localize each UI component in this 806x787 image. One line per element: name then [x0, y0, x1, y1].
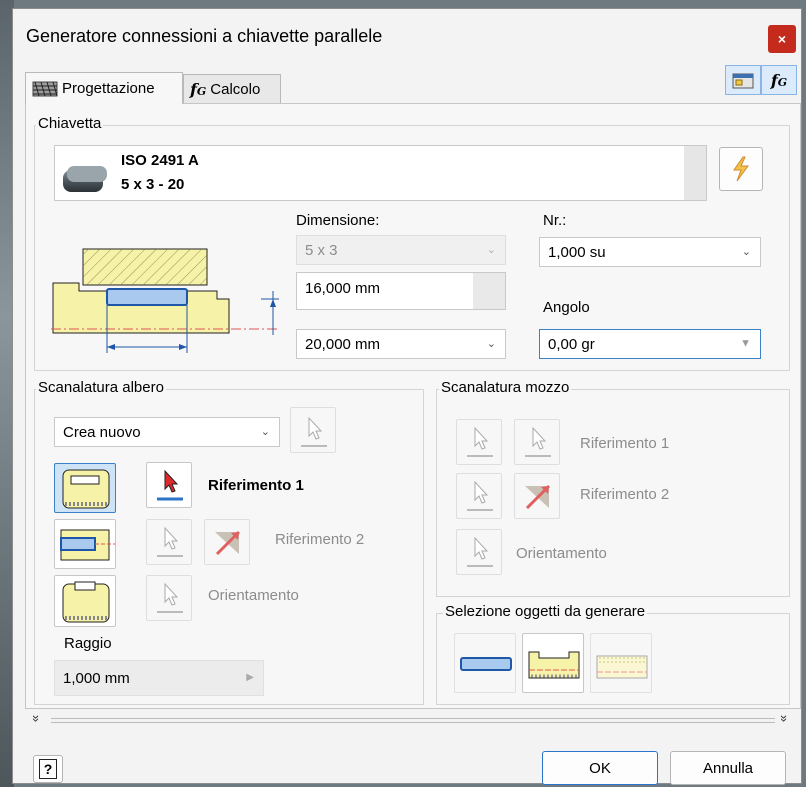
shaft-groove-mode-value: Crea nuovo [63, 423, 141, 441]
angle-input[interactable]: 0,00 gr ▼ [539, 329, 761, 359]
key-selector[interactable]: ISO 2491 A 5 x 3 - 20 [54, 145, 707, 201]
close-button[interactable]: × [768, 25, 796, 53]
key-group-label: Chiavetta [36, 115, 104, 132]
chevron-down-icon: ⌄ [486, 337, 496, 350]
key-length-value: 20,000 mm [305, 335, 381, 353]
fx-icon: fG [770, 70, 788, 90]
title-bar: Generatore connessioni a chiavette paral… [13, 9, 801, 61]
calculation-fx-icon: fG [190, 79, 207, 99]
parallel-key-icon [63, 166, 107, 192]
help-icon: ? [38, 759, 58, 779]
chevron-down-icon: ⌄ [486, 243, 496, 256]
shaft-groove-label: Scanalatura albero [36, 379, 166, 396]
expand-left-icon: » [29, 714, 45, 723]
count-value: 1,000 su [548, 243, 606, 261]
shaft-reference2-button [146, 519, 192, 565]
generate-shaft-groove-button[interactable] [522, 633, 584, 693]
hub-reference1-label: Riferimento 1 [580, 435, 670, 452]
hub-flip-button [514, 473, 560, 519]
count-dropdown[interactable]: 1,000 su ⌄ [539, 237, 761, 267]
shaft-reference1-button[interactable] [146, 462, 192, 508]
cursor-icon [301, 416, 327, 447]
radius-value: 1,000 mm [63, 669, 130, 687]
cancel-button[interactable]: Annulla [670, 751, 786, 785]
triangle-right-icon: ▶ [246, 671, 254, 683]
shaft-reference2-label: Riferimento 2 [275, 531, 365, 548]
cursor-icon [525, 426, 551, 457]
key-width-value: 16,000 mm [305, 280, 381, 297]
generate-hub-groove-button[interactable] [590, 633, 652, 693]
expand-divider [51, 718, 775, 723]
tab-calculation[interactable]: fG Calcolo [183, 74, 281, 104]
shaft-groove-flat-icon [60, 529, 115, 561]
key-width-spinner[interactable] [473, 273, 505, 309]
hub-reference1-button [456, 419, 502, 465]
hub-groove-component-icon [596, 655, 648, 679]
dimension-label: Dimensione: [296, 212, 380, 229]
expand-right-icon: » [777, 714, 793, 723]
shaft-orientation-label: Orientamento [208, 587, 299, 604]
shaft-groove-mode-dropdown[interactable]: Crea nuovo ⌄ [54, 417, 280, 447]
dimension-value: 5 x 3 [305, 241, 338, 259]
chevron-down-icon: ⌄ [260, 425, 270, 438]
shaft-reference1-label: Riferimento 1 [208, 477, 304, 494]
shaft-flip-button [204, 519, 250, 565]
hub-orientation-button [456, 529, 502, 575]
radius-label: Raggio [64, 635, 112, 652]
key-width-input[interactable]: 16,000 mm [296, 272, 506, 310]
design-icon [32, 81, 58, 96]
shaft-groove-open-icon [62, 581, 110, 623]
flip-direction-icon [525, 484, 551, 510]
hub-groove-label: Scanalatura mozzo [439, 379, 572, 396]
chevron-down-icon: ⌄ [741, 245, 751, 258]
tab-design-label: Progettazione [62, 80, 155, 97]
radius-input[interactable]: 1,000 mm ▶ [54, 660, 264, 696]
tab-design[interactable]: Progettazione [25, 72, 183, 104]
key-length-dropdown[interactable]: 20,000 mm ⌄ [296, 329, 506, 359]
key-update-button[interactable] [719, 147, 763, 191]
expand-bar[interactable]: » » [29, 713, 793, 727]
cursor-icon [467, 426, 493, 457]
help-button[interactable]: ? [33, 755, 63, 783]
generate-objects-label: Selezione oggetti da generare [443, 603, 648, 620]
hub-reference1-alt-button [514, 419, 560, 465]
shaft-groove-type-b-button[interactable] [54, 519, 116, 569]
key-component-icon [460, 657, 512, 671]
angle-value: 0,00 gr [548, 335, 595, 353]
triangle-down-icon: ▼ [740, 337, 751, 350]
cursor-icon [157, 582, 183, 613]
window-title: Generatore connessioni a chiavette paral… [26, 26, 383, 46]
count-label: Nr.: [543, 212, 567, 229]
key-selector-scrollbar[interactable] [684, 146, 706, 200]
angle-label: Angolo [543, 299, 590, 316]
generate-key-button[interactable] [454, 633, 516, 693]
dialog: Generatore connessioni a chiavette paral… [12, 8, 802, 785]
options-icon [732, 73, 754, 89]
hub-orientation-label: Orientamento [516, 545, 607, 562]
calculation-toggle-button[interactable]: fG [761, 65, 797, 95]
cursor-icon [157, 526, 183, 557]
hub-reference2-button [456, 473, 502, 519]
dimension-dropdown: 5 x 3 ⌄ [296, 235, 506, 265]
tab-calculation-label: Calcolo [210, 80, 261, 98]
shaft-groove-type-c-button[interactable] [54, 575, 116, 627]
flip-direction-icon [215, 530, 241, 556]
options-button[interactable] [725, 65, 761, 95]
cursor-icon [467, 536, 493, 567]
key-standard: ISO 2491 A [121, 152, 199, 169]
ok-button[interactable]: OK [542, 751, 658, 785]
hub-reference2-label: Riferimento 2 [580, 486, 670, 503]
shaft-pick-button [290, 407, 336, 453]
lightning-icon [733, 156, 749, 182]
key-section-diagram [51, 248, 279, 353]
cursor-red-icon [157, 469, 183, 501]
shaft-groove-type-a-button[interactable] [54, 463, 116, 513]
shaft-orientation-button [146, 575, 192, 621]
shaft-groove-closed-icon [62, 469, 110, 509]
cursor-icon [467, 480, 493, 511]
shaft-groove-component-icon [528, 651, 580, 679]
key-size: 5 x 3 - 20 [121, 176, 185, 193]
